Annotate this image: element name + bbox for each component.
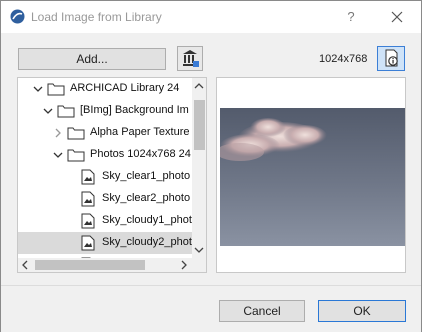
tree-item-alpha-paper-texture[interactable]: Alpha Paper Texture bbox=[18, 122, 192, 144]
sky-cloudy-preview-image bbox=[220, 108, 405, 246]
tree-item-sky-clear1[interactable]: Sky_clear1_photo bbox=[18, 166, 192, 188]
library-manager-icon bbox=[183, 50, 199, 67]
image-file-icon bbox=[81, 169, 95, 185]
scrollbar-corner bbox=[192, 258, 206, 272]
archicad-app-icon bbox=[10, 9, 25, 24]
image-file-icon bbox=[81, 213, 95, 229]
chevron-right-icon[interactable] bbox=[52, 127, 64, 139]
tree-item-label: Sky_clear1_photo bbox=[102, 170, 191, 182]
tree-vertical-scrollbar[interactable] bbox=[192, 78, 206, 258]
folder-icon bbox=[67, 149, 85, 162]
folder-icon bbox=[67, 127, 85, 140]
tree-item-archicad-library[interactable]: ARCHICAD Library 24 bbox=[18, 78, 192, 100]
scrollbar-thumb[interactable] bbox=[194, 100, 205, 150]
add-button[interactable]: Add... bbox=[18, 48, 166, 70]
image-file-icon bbox=[81, 191, 95, 207]
image-preview-pane bbox=[216, 77, 406, 273]
library-tree[interactable]: ARCHICAD Library 24 [BImg] Background Im… bbox=[17, 77, 207, 273]
chevron-down-icon[interactable] bbox=[32, 83, 44, 95]
tree-item-label: Alpha Paper Texture bbox=[90, 126, 190, 138]
resolution-label: 1024x768 bbox=[319, 53, 368, 65]
image-info-button[interactable] bbox=[377, 46, 405, 71]
cancel-button[interactable]: Cancel bbox=[219, 300, 305, 322]
tree-item-sky-clear2[interactable]: Sky_clear2_photo bbox=[18, 188, 192, 210]
tree-item-sky-cloudy1[interactable]: Sky_cloudy1_phot bbox=[18, 210, 192, 232]
tree-item-sky-cloudy2[interactable]: Sky_cloudy2_phot bbox=[18, 232, 192, 254]
tree-horizontal-scrollbar[interactable] bbox=[18, 258, 192, 272]
chevron-down-icon[interactable] bbox=[42, 105, 54, 117]
folder-icon bbox=[57, 105, 75, 118]
tree-item-label: [BImg] Background Im bbox=[80, 104, 189, 116]
scroll-up-icon[interactable] bbox=[194, 82, 204, 90]
close-icon[interactable] bbox=[387, 7, 407, 27]
library-manager-button[interactable] bbox=[177, 46, 203, 71]
scroll-left-icon[interactable] bbox=[21, 260, 29, 270]
tree-item-label: Photos 1024x768 24 bbox=[90, 148, 191, 160]
tree-item-label: ARCHICAD Library 24 bbox=[70, 82, 180, 94]
load-image-dialog: Load Image from Library ? Add... 1024x76… bbox=[0, 0, 422, 332]
tree-item-label: Sky_clear2_photo bbox=[102, 192, 191, 204]
scroll-right-icon[interactable] bbox=[180, 260, 188, 270]
image-preview bbox=[220, 108, 405, 246]
chevron-down-icon[interactable] bbox=[52, 149, 64, 161]
scroll-down-icon[interactable] bbox=[194, 246, 204, 254]
tree-item-background-images[interactable]: [BImg] Background Im bbox=[18, 100, 192, 122]
ok-button[interactable]: OK bbox=[318, 300, 406, 322]
help-button[interactable]: ? bbox=[343, 9, 359, 25]
window-title: Load Image from Library bbox=[31, 10, 162, 24]
image-info-icon bbox=[385, 49, 398, 67]
title-bar: Load Image from Library ? bbox=[1, 1, 421, 33]
image-file-icon bbox=[81, 235, 95, 251]
scrollbar-thumb[interactable] bbox=[35, 260, 145, 270]
tree-item-photos[interactable]: Photos 1024x768 24 bbox=[18, 144, 192, 166]
tree-item-label: Sky_cloudy2_phot bbox=[102, 236, 192, 248]
tree-item-label: Sky_cloudy1_phot bbox=[102, 214, 192, 226]
folder-icon bbox=[47, 83, 65, 96]
